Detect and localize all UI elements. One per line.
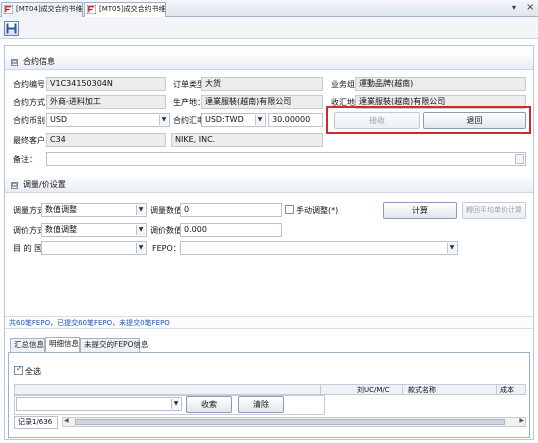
price-mode-value: 数值调整 [45, 225, 77, 234]
manual-adjust-checkbox[interactable] [285, 205, 294, 214]
business-group-label: 业务组 [331, 80, 355, 89]
fepo-select[interactable]: ▼ [180, 241, 458, 255]
search-button[interactable]: 收索 [186, 396, 232, 413]
select-all-checkbox[interactable] [14, 364, 23, 375]
receive-button[interactable]: 接收 [334, 112, 420, 129]
ratio-setting-header[interactable]: ⊟ 调量/价设置 [5, 178, 533, 193]
app-icon [4, 5, 13, 14]
fepo-status-text: 共60笔FEPO，已提交60笔FEPO，未提交0笔FEPO [9, 319, 170, 327]
save-icon [6, 23, 17, 34]
qty-mode-select[interactable]: 数值调整 ▼ [41, 203, 147, 217]
collapse-icon[interactable]: ⊟ [11, 182, 18, 189]
exchange-rate-pair-select[interactable]: USD:TWD ▼ [201, 113, 266, 127]
scroll-right-icon[interactable]: ▶ [519, 417, 524, 424]
tab-list-dropdown-icon[interactable]: ▾ [512, 3, 516, 12]
tab-summary[interactable]: 汇总信息 [10, 338, 45, 352]
close-icon[interactable]: × [526, 2, 534, 13]
column-header[interactable]: 成本 [500, 385, 514, 395]
production-site-field: 達業服裝(越南)有限公司 [201, 95, 323, 109]
price-value-label: 调价数值 [150, 226, 182, 235]
tab-mt04-label: [MT04]成交合约书维护 [16, 5, 83, 13]
final-customer-label: 最终客户 [13, 136, 45, 145]
chevron-down-icon[interactable]: ▼ [171, 399, 180, 409]
chevron-down-icon[interactable]: ▼ [136, 205, 145, 215]
chevron-down-icon[interactable]: ▼ [159, 115, 168, 125]
qty-value-label: 调量数值 [150, 206, 182, 215]
tab-unsubmitted[interactable]: 未提交的FEPO信息 [80, 338, 148, 352]
expand-icon[interactable] [515, 154, 524, 164]
exchange-rate-pair-value: USD:TWD [205, 115, 244, 124]
currency-select[interactable]: USD ▼ [46, 113, 170, 127]
calculate-button[interactable]: 计算 [383, 202, 457, 219]
chevron-down-icon[interactable]: ▼ [255, 115, 264, 125]
contract-info-header[interactable]: ⊟ 合约信息 [5, 55, 533, 70]
tab-detail[interactable]: 明细信息 [45, 337, 80, 352]
filter-select[interactable]: ▼ [16, 397, 182, 411]
toolbar [0, 17, 538, 39]
save-button[interactable] [4, 21, 19, 36]
avg-price-button[interactable]: 轉回平均单价计算 [462, 202, 526, 219]
select-all-label: 全选 [25, 367, 41, 376]
contract-info-title: 合约信息 [23, 57, 55, 66]
final-customer-code-field: C34 [46, 133, 166, 147]
grid-divider [402, 384, 403, 395]
column-header[interactable]: 刘UC/M/C [357, 385, 390, 395]
remark-field[interactable] [46, 152, 526, 166]
scroll-left-icon[interactable]: ◀ [64, 417, 69, 424]
final-customer-name-field: NIKE, INC. [171, 133, 323, 147]
horizontal-scrollbar[interactable]: ◀ ▶ [62, 417, 526, 427]
app-icon [87, 5, 96, 14]
column-header[interactable]: 款式名称 [408, 385, 436, 395]
clear-button[interactable]: 清除 [238, 396, 284, 413]
exchange-rate-field[interactable]: 30.00000 [268, 113, 323, 127]
lower-tab-bar: 汇总信息 明细信息 未提交的FEPO信息 [5, 336, 533, 352]
scrollbar-thumb[interactable] [75, 419, 505, 425]
manual-adjust-label: 手动调整(*) [296, 206, 339, 215]
grid-divider [496, 384, 497, 395]
chevron-down-icon[interactable]: ▼ [136, 243, 145, 253]
contract-no-field: V1C34150304N [46, 77, 166, 91]
grid-header [14, 384, 526, 395]
chevron-down-icon[interactable]: ▼ [447, 243, 456, 253]
business-group-field: 運動品牌(越南) [355, 77, 526, 91]
contract-mode-field: 外商-进料加工 [46, 95, 166, 109]
fepo-label: FEPO： [152, 244, 181, 253]
price-value-field[interactable]: 0.000 [180, 223, 282, 237]
destination-label: 目 的 国: [13, 244, 45, 253]
collapse-icon[interactable]: ⊟ [11, 59, 18, 66]
record-counter: 记录1/636 [14, 416, 58, 429]
order-type-field: 大货 [201, 77, 323, 91]
remark-label: 备注： [13, 155, 37, 164]
ratio-setting-title: 调量/价设置 [23, 180, 66, 189]
qty-mode-value: 数值调整 [45, 205, 77, 214]
destination-select[interactable]: ▼ [41, 241, 147, 255]
qty-value-field[interactable]: 0 [180, 203, 282, 217]
price-mode-select[interactable]: 数值调整 ▼ [41, 223, 147, 237]
tab-mt04[interactable]: [MT04]成交合约书维护 [1, 2, 83, 17]
currency-label: 合约币别 [13, 116, 45, 125]
currency-value: USD [50, 115, 68, 124]
chevron-down-icon[interactable]: ▼ [136, 225, 145, 235]
grid-divider [320, 384, 321, 395]
tab-mt05[interactable]: [MT05]成交合约书维护 [84, 2, 166, 17]
tab-mt05-label: [MT05]成交合约书维护 [99, 5, 166, 13]
return-button[interactable]: 退回 [423, 112, 526, 129]
